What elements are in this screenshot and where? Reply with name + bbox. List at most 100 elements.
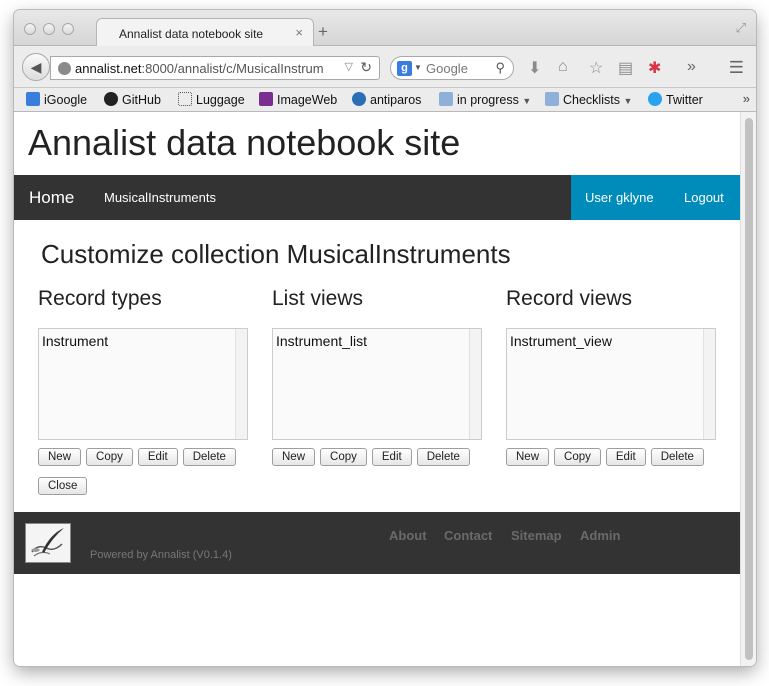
bookmark-imageweb[interactable]: ImageWeb [259, 92, 337, 107]
dotted-box-icon [178, 92, 192, 106]
annalist-logo [25, 523, 71, 563]
copy-button[interactable]: Copy [554, 448, 601, 466]
url-host: annalist.net [75, 61, 142, 76]
chevron-down-icon: ▼ [623, 96, 633, 106]
addon-icon[interactable]: ✱ [648, 58, 661, 78]
list-item[interactable]: Instrument_list [276, 333, 367, 349]
twitter-icon [648, 92, 662, 106]
bookmark-twitter[interactable]: Twitter [648, 92, 703, 107]
list-item[interactable]: Instrument [42, 333, 108, 349]
url-text[interactable]: annalist.net:8000/annalist/c/MusicalInst… [75, 61, 333, 76]
download-icon[interactable]: ⬇ [528, 58, 541, 78]
back-arrow-icon: ◀ [30, 59, 42, 75]
search-engine-dropdown-icon[interactable]: ▼ [414, 63, 422, 72]
browser-window: Annalist data notebook site × + ⤢ annali… [14, 10, 756, 666]
listbox-scrollbar[interactable] [469, 329, 481, 439]
new-button[interactable]: New [506, 448, 550, 466]
new-button[interactable]: New [38, 448, 82, 466]
bookmark-antiparos[interactable]: antiparos [352, 92, 421, 107]
url-bar[interactable]: annalist.net:8000/annalist/c/MusicalInst… [50, 56, 380, 80]
delete-button[interactable]: Delete [650, 448, 704, 466]
folder-icon [545, 92, 559, 106]
minimize-window-button[interactable] [43, 23, 55, 35]
igoogle-icon [26, 92, 40, 106]
bookmark-label: iGoogle [44, 93, 88, 107]
section-title: Record views [506, 287, 633, 310]
folder-icon [439, 92, 453, 106]
navigation-toolbar: annalist.net:8000/annalist/c/MusicalInst… [14, 46, 756, 88]
reading-list-icon[interactable]: ▤ [618, 58, 633, 78]
page-heading: Customize collection MusicalInstruments [41, 239, 511, 269]
button-row: New Copy Edit Delete [506, 447, 709, 466]
overflow-chevron-icon[interactable]: » [687, 58, 696, 76]
bookmark-folder-checklists[interactable]: Checklists ▼ [545, 92, 632, 107]
bookmark-luggage[interactable]: Luggage [178, 92, 245, 107]
close-window-button[interactable] [24, 23, 36, 35]
bookmark-star-icon[interactable]: ☆ [589, 58, 603, 78]
delete-button[interactable]: Delete [416, 448, 470, 466]
reload-icon[interactable]: ↻ [360, 59, 372, 76]
fullscreen-icon[interactable]: ⤢ [736, 20, 746, 36]
tab-close-icon[interactable]: × [295, 25, 303, 40]
google-icon[interactable]: g [397, 61, 412, 76]
url-dropdown-icon[interactable]: ▽ [345, 60, 353, 73]
github-icon [104, 92, 118, 106]
nav-logout-link[interactable]: Logout [684, 190, 724, 205]
footer-contact-link[interactable]: Contact [444, 528, 492, 543]
footer-about-link[interactable]: About [389, 528, 427, 543]
bookmark-label: Twitter [666, 93, 703, 107]
record-types-listbox[interactable]: Instrument [38, 328, 248, 440]
search-bar[interactable]: g ▼ Google ⚲ [390, 56, 514, 80]
imageweb-icon [259, 92, 273, 106]
nav-user-link[interactable]: User gklyne [585, 190, 654, 205]
bookmark-label: ImageWeb [277, 93, 338, 107]
tab-strip: Annalist data notebook site × + ⤢ [14, 10, 756, 47]
back-button[interactable]: ◀ [22, 53, 50, 81]
browser-tab[interactable]: Annalist data notebook site × [96, 18, 314, 47]
page-content: Annalist data notebook site Home Musical… [14, 112, 740, 666]
nav-home-link[interactable]: Home [29, 188, 74, 208]
bookmark-label: in progress [457, 93, 519, 107]
new-button[interactable]: New [272, 448, 316, 466]
edit-button[interactable]: Edit [371, 448, 412, 466]
list-item[interactable]: Instrument_view [510, 333, 612, 349]
listbox-scrollbar[interactable] [703, 329, 715, 439]
powered-by-text: Powered by Annalist (V0.1.4) [90, 549, 232, 561]
page-scrollbar[interactable] [740, 112, 756, 666]
bookmark-label: Checklists [563, 93, 620, 107]
section-title: List views [272, 287, 364, 310]
home-icon[interactable]: ⌂ [558, 58, 568, 76]
search-input[interactable]: Google [426, 61, 468, 76]
antiparos-icon [352, 92, 366, 106]
search-icon[interactable]: ⚲ [495, 60, 505, 76]
close-button[interactable]: Close [38, 477, 88, 495]
bookmark-igoogle[interactable]: iGoogle [26, 92, 87, 107]
tab-title: Annalist data notebook site [119, 27, 264, 41]
button-row: New Copy Edit Delete [38, 447, 241, 466]
bookmarks-overflow-icon[interactable]: » [743, 91, 750, 106]
edit-button[interactable]: Edit [605, 448, 646, 466]
listbox-scrollbar[interactable] [235, 329, 247, 439]
zoom-window-button[interactable] [62, 23, 74, 35]
record-views-listbox[interactable]: Instrument_view [506, 328, 716, 440]
copy-button[interactable]: Copy [86, 448, 133, 466]
button-row: New Copy Edit Delete [272, 447, 475, 466]
scrollbar-thumb[interactable] [745, 118, 753, 660]
bookmark-github[interactable]: GitHub [104, 92, 161, 107]
user-nav: User gklyne Logout [571, 175, 740, 220]
bookmark-label: antiparos [370, 93, 422, 107]
footer-admin-link[interactable]: Admin [580, 528, 620, 543]
footer-sitemap-link[interactable]: Sitemap [511, 528, 562, 543]
edit-button[interactable]: Edit [137, 448, 178, 466]
site-title: Annalist data notebook site [28, 122, 461, 163]
list-views-listbox[interactable]: Instrument_list [272, 328, 482, 440]
copy-button[interactable]: Copy [320, 448, 367, 466]
new-tab-button[interactable]: + [318, 22, 328, 42]
record-types-section: Record types Instrument New Copy Edit Delet… [38, 287, 248, 466]
bookmark-folder-in-progress[interactable]: in progress ▼ [439, 92, 531, 107]
nav-collection-link[interactable]: MusicalInstruments [104, 190, 216, 205]
menu-icon[interactable]: ☰ [729, 58, 744, 78]
url-path: :8000/annalist/c/MusicalInstrum [141, 61, 324, 76]
delete-button[interactable]: Delete [182, 448, 236, 466]
bookmark-label: GitHub [122, 93, 161, 107]
